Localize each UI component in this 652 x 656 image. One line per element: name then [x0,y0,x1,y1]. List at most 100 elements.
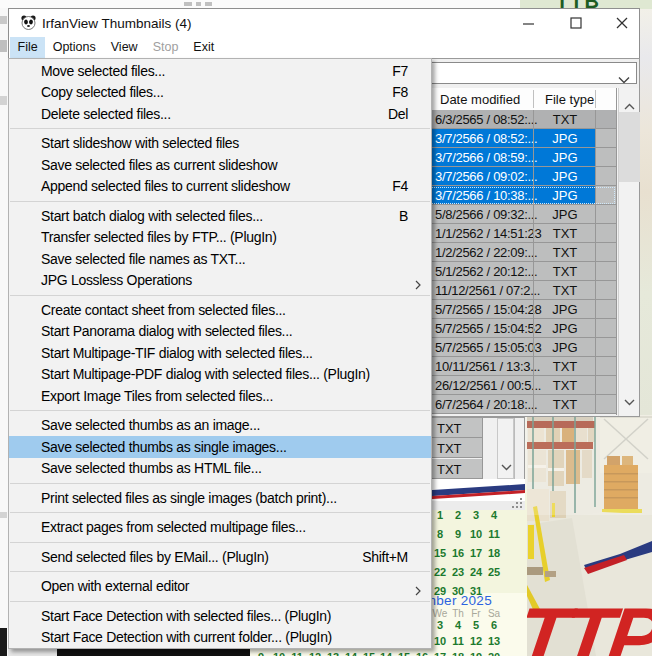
scrollbar-thumb[interactable] [619,112,640,182]
menu-item[interactable]: Start Multipage-TIF dialog with selected… [9,342,431,364]
menu-item[interactable]: Save selected thumbs as single images... [9,436,431,458]
file-type: JPG [534,188,596,203]
menu-item[interactable]: Start Panorama dialog with selected file… [9,321,431,343]
bottom-strip-gray [8,649,57,656]
menu-item[interactable]: Transfer selected files by FTP... (PlugI… [9,227,431,249]
small-scrollbar[interactable] [497,418,514,479]
menu-divider [10,483,430,484]
menu-item[interactable]: Extract pages from selected multipage fi… [9,517,431,539]
file-type: TXT [437,462,462,477]
menu-item[interactable]: Move selected files...F7 [9,60,431,82]
menu-item[interactable]: Start slideshow with selected files [9,133,431,155]
file-type: TXT [534,264,596,279]
menu-item[interactable]: Open with external editor [9,576,431,598]
file-type: TXT [534,245,596,260]
menubar-item-options[interactable]: Options [45,37,103,58]
file-date: 10/11/2561 / 13:3... [435,359,540,374]
irfanview-window: IrfanView Thumbnails (4) FileOptionsView… [8,8,640,58]
menu-item[interactable]: Copy selected files...F8 [9,82,431,104]
irfanview-icon [20,14,37,31]
menubar-item-file[interactable]: File [10,37,45,58]
calendar-day: 11 [448,635,468,647]
calendar-day: 10 [269,651,289,656]
column-separator [482,418,483,479]
calendar-day: 12 [466,635,486,647]
menu-item[interactable]: Export Image Tiles from selected files..… [9,385,431,407]
menu-item[interactable]: Save selected thumbs as an image... [9,415,431,437]
file-type: TXT [534,283,596,298]
file-type: TXT [534,378,596,393]
close-button[interactable] [615,16,629,30]
menu-item[interactable]: Send selected files by EMail... (PlugIn)… [9,546,431,568]
menu-item[interactable]: Save selected files as current slideshow [9,154,431,176]
minimize-button[interactable] [522,16,536,30]
ttp-logo-text: TTP [520,590,652,656]
file-type: TXT [534,359,596,374]
calendar-day: 17 [466,547,486,559]
menu-divider [10,542,430,543]
calendar-weekday: Sa [484,608,504,619]
calendar-day: 1 [430,509,450,521]
resize-grip[interactable] [512,498,524,510]
menu-item[interactable]: Save selected file names as TXT... [9,248,431,270]
menubar-item-exit[interactable]: Exit [186,37,222,58]
file-date: 3/7/2566 / 08:59:... [435,150,537,165]
menu-item[interactable]: Start Face Detection with current folder… [9,627,431,649]
file-date: 6/7/2564 / 20:18:... [435,397,537,412]
file-type: JPG [534,321,596,336]
calendar-day: 17 [430,651,450,656]
menu-divider [10,601,430,602]
menu-item[interactable]: Delete selected files...Del [9,103,431,125]
calendar-day: 15 [430,547,450,559]
titlebar[interactable]: IrfanView Thumbnails (4) [9,9,639,37]
calendar-day: 6 [484,619,504,631]
menu-divider [10,295,430,296]
calendar-day: 18 [448,651,468,656]
menu-item[interactable]: Create contact sheet from selected files… [9,299,431,321]
menu-item[interactable]: Start Multipage-PDF dialog with selected… [9,364,431,386]
calendar-day: 12 [305,651,325,656]
file-date: 11/12/2561 / 07:2... [435,283,540,298]
maximize-button[interactable] [569,16,583,30]
file-type: JPG [534,169,596,184]
column-separator [514,418,515,479]
calendar-day: 9 [448,528,468,540]
calendar-day: 24 [466,566,486,578]
file-type: JPG [534,302,596,317]
calendar-day: 31 [466,585,486,597]
calendar-day: 13 [484,635,504,647]
background-text-fragment [196,2,201,6]
header-separator [595,90,596,108]
column-header-date-modified[interactable]: Date modified [440,92,520,107]
menu-item[interactable]: Save selected thumbs as HTML file... [9,458,431,480]
file-type: TXT [437,441,462,456]
calendar-day: 15 [394,651,414,656]
menu-item[interactable]: Append selected files to current slidesh… [9,176,431,198]
file-type: JPG [534,131,596,146]
file-date: 3/7/2566 / 09:02:... [435,169,537,184]
calendar-day: 16 [412,651,432,656]
scroll-down-icon[interactable] [501,457,512,475]
top-edge-sliver [0,0,520,8]
menu-divider [10,571,430,572]
calendar-day: 14 [341,651,361,656]
header-separator [533,90,534,108]
chevron-down-icon[interactable] [618,70,630,88]
file-date: 26/12/2561 / 00:5... [435,378,541,393]
file-type: TXT [534,226,596,241]
calendar-day: 22 [430,566,450,578]
menubar-item-view[interactable]: View [103,37,145,58]
menu-item[interactable]: JPG Lossless Operations [9,270,431,292]
scroll-down-icon[interactable] [624,392,635,410]
calendar-day: 4 [484,509,504,521]
menu-item[interactable]: Print selected files as single images (b… [9,487,431,509]
file-type: TXT [437,421,462,436]
file-date: 6/3/2565 / 08:52:... [435,112,537,127]
column-header-file-type[interactable]: File type [545,92,594,107]
menubar-item-stop[interactable]: Stop [145,37,186,58]
menu-item[interactable]: Start Face Detection with selected files… [9,605,431,627]
menu-divider [10,128,430,129]
menu-item[interactable]: Start batch dialog with selected files..… [9,205,431,227]
list-edge [616,88,617,415]
list-scrollbar[interactable] [618,88,639,416]
